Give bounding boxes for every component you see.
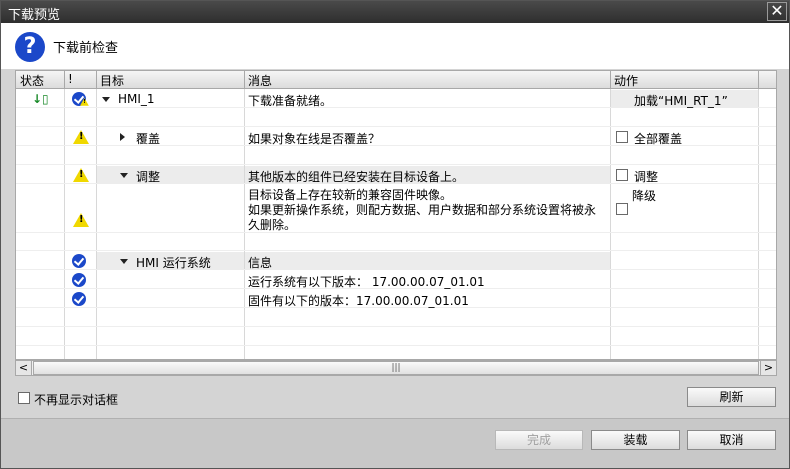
message-text: 如果对象在线是否覆盖？ bbox=[248, 132, 381, 146]
warning-icon bbox=[73, 213, 89, 227]
check-icon bbox=[72, 292, 86, 306]
check-table: 状态 ! 目标 消息 动作 ↓▯ HMI_1 下载准备就绪。 加载“HMI_RT… bbox=[15, 70, 777, 360]
collapse-icon[interactable] bbox=[102, 97, 110, 102]
cancel-button[interactable]: 取消 bbox=[687, 430, 776, 450]
downgrade-checkbox[interactable] bbox=[616, 203, 628, 215]
dialog-window: 下载预览 ✕ ? 下载前检查 状态 ! 目标 消息 动作 ↓▯ ! HMI_1 … bbox=[0, 0, 790, 469]
column-divider bbox=[610, 71, 611, 89]
table-row[interactable]: ↓▯ HMI_1 下载准备就绪。 加载“HMI_RT_1” bbox=[16, 90, 776, 108]
column-divider bbox=[64, 71, 65, 89]
scroll-left-button[interactable]: < bbox=[15, 360, 32, 376]
column-divider bbox=[758, 71, 759, 89]
message-text: 运行系统有以下版本： 17.00.00.07_01.01 bbox=[248, 275, 485, 289]
finish-button[interactable]: 完成 bbox=[495, 430, 583, 450]
overwrite-all-checkbox[interactable] bbox=[616, 131, 628, 143]
table-row bbox=[16, 309, 776, 327]
message-cell bbox=[245, 252, 610, 270]
column-header-alert[interactable]: ! bbox=[68, 72, 73, 86]
table-row bbox=[16, 328, 776, 346]
header-panel: ? 下载前检查 bbox=[1, 23, 789, 69]
action-label: 调整 bbox=[634, 170, 659, 184]
check-icon bbox=[72, 254, 86, 268]
refresh-button[interactable]: 刷新 bbox=[687, 387, 776, 407]
message-text: 信息 bbox=[248, 256, 273, 270]
column-header-status[interactable]: 状态 bbox=[20, 72, 44, 89]
column-header-message[interactable]: 消息 bbox=[248, 72, 272, 89]
horizontal-scrollbar[interactable]: < ||| > bbox=[15, 360, 777, 376]
column-header-row: 状态 ! 目标 消息 动作 bbox=[16, 71, 776, 89]
dont-show-label: 不再显示对话框 bbox=[34, 393, 119, 407]
action-label: 降级 bbox=[632, 189, 657, 203]
header-text: 下载前检查 bbox=[53, 41, 119, 56]
table-row[interactable]: 运行系统有以下版本： 17.00.00.07_01.01 bbox=[16, 271, 776, 289]
column-divider bbox=[244, 71, 245, 89]
adjust-checkbox[interactable] bbox=[616, 169, 628, 181]
scroll-thumb[interactable]: ||| bbox=[33, 361, 759, 375]
table-row bbox=[16, 147, 776, 165]
target-label: 调整 bbox=[136, 170, 161, 184]
warning-icon bbox=[73, 168, 89, 182]
message-text: 固件有以下的版本：17.00.00.07_01.01 bbox=[248, 294, 469, 308]
question-icon: ? bbox=[15, 32, 45, 62]
table-row bbox=[16, 233, 776, 251]
expand-icon[interactable] bbox=[120, 133, 125, 141]
table-row[interactable]: 覆盖 如果对象在线是否覆盖？ 全部覆盖 bbox=[16, 128, 776, 146]
dont-show-checkbox[interactable] bbox=[18, 392, 30, 404]
collapse-icon[interactable] bbox=[120, 259, 128, 264]
load-button[interactable]: 装载 bbox=[591, 430, 680, 450]
warning-icon bbox=[73, 130, 89, 144]
column-header-target[interactable]: 目标 bbox=[100, 72, 124, 89]
target-label: HMI 运行系统 bbox=[136, 256, 211, 270]
message-text: 下载准备就绪。 bbox=[248, 94, 333, 108]
action-label: 全部覆盖 bbox=[634, 132, 683, 146]
table-row bbox=[16, 109, 776, 127]
download-status-icon: ↓▯ bbox=[32, 92, 49, 106]
column-header-action[interactable]: 动作 bbox=[614, 72, 638, 89]
message-text: 如果更新操作系统，则配方数据、用户数据和部分系统设置将被永 bbox=[248, 203, 597, 217]
close-icon[interactable]: ✕ bbox=[767, 2, 787, 21]
button-bar: 完成 装载 取消 bbox=[1, 418, 789, 468]
table-row[interactable]: 固件有以下的版本：17.00.00.07_01.01 bbox=[16, 290, 776, 308]
table-row[interactable]: 调整 其他版本的组件已经安装在目标设备上。 调整 bbox=[16, 166, 776, 184]
message-text: 其他版本的组件已经安装在目标设备上。 bbox=[248, 170, 465, 184]
title-bar: 下载预览 ✕ bbox=[1, 1, 789, 23]
check-icon bbox=[72, 273, 86, 287]
warning-overlay-icon bbox=[80, 98, 89, 106]
table-row[interactable]: 目标设备上存在较新的兼容固件映像。 如果更新操作系统，则配方数据、用户数据和部分… bbox=[16, 185, 776, 233]
table-row[interactable]: HMI 运行系统 信息 bbox=[16, 252, 776, 270]
target-label: 覆盖 bbox=[136, 132, 161, 146]
scroll-right-button[interactable]: > bbox=[760, 360, 777, 376]
window-title: 下载预览 bbox=[8, 8, 61, 23]
action-dropdown[interactable]: 加载“HMI_RT_1” bbox=[634, 92, 728, 109]
column-divider bbox=[96, 71, 97, 89]
target-label: HMI_1 bbox=[118, 92, 155, 106]
collapse-icon[interactable] bbox=[120, 173, 128, 178]
message-text: 久删除。 bbox=[248, 218, 297, 232]
